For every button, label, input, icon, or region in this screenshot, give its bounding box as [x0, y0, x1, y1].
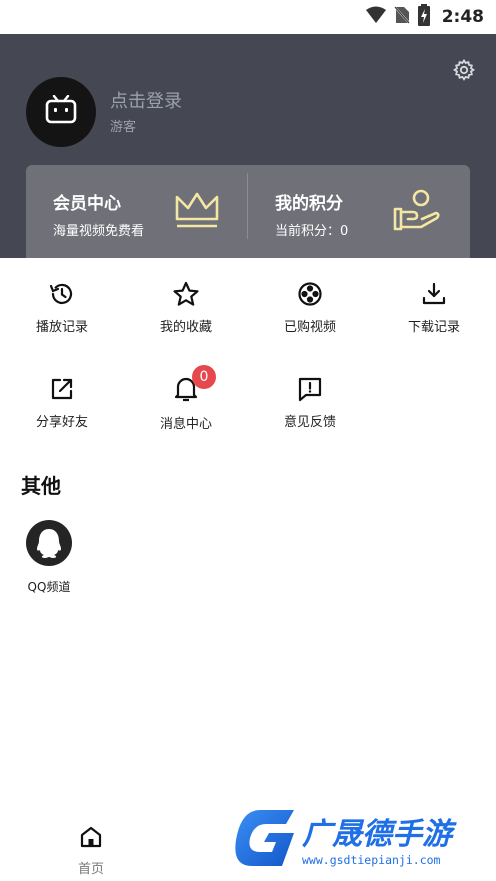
points-card-title: 我的积分 [275, 194, 343, 214]
vip-card-title: 会员中心 [53, 194, 121, 214]
menu-label: 我的收藏 [159, 320, 212, 335]
home-icon [79, 825, 103, 853]
my-points-card[interactable]: 我的积分 当前积分：0 [248, 165, 469, 258]
site-watermark: 广晟德手游 www.gsdtiepianji.com [232, 806, 496, 878]
nav-home-label: 首页 [77, 862, 104, 877]
status-icons: 2:48 [365, 4, 484, 30]
settings-button[interactable] [450, 58, 478, 86]
qq-icon [26, 520, 72, 566]
menu-label: 播放记录 [35, 320, 88, 335]
unread-badge: 0 [192, 365, 216, 389]
avatar[interactable] [26, 77, 96, 147]
member-cards: 会员中心 海量视频免费看 我的积分 当前积分：0 [26, 165, 470, 258]
profile-header: 点击登录 游客 会员中心 海量视频免费看 我的积分 当前积分：0 [0, 34, 496, 258]
status-bar: 2:48 [0, 0, 496, 34]
gear-icon [452, 58, 476, 86]
bell-icon: 0 [172, 365, 216, 403]
menu-label: 已购视频 [283, 320, 336, 335]
wifi-icon [365, 6, 386, 28]
nav-home-tab[interactable]: 首页 [62, 825, 120, 877]
guest-label: 游客 [110, 120, 137, 135]
qq-channel-item[interactable]: QQ频道 [24, 520, 74, 595]
vip-card-subtitle: 海量视频免费看 [53, 224, 145, 239]
points-card-subtitle: 当前积分：0 [275, 224, 349, 239]
menu-label: 消息中心 [159, 417, 212, 432]
status-time: 2:48 [441, 7, 484, 27]
menu-label: 下载记录 [407, 320, 460, 335]
other-section-title: 其他 [21, 474, 61, 498]
no-sim-icon [392, 5, 411, 29]
message-center-item[interactable]: 0 消息中心 [124, 365, 248, 432]
film-reel-icon [296, 280, 324, 308]
crown-icon [173, 189, 221, 235]
qq-channel-label: QQ频道 [27, 580, 71, 594]
tv-mascot-icon [44, 94, 78, 129]
feedback-item[interactable]: 意见反馈 [248, 375, 372, 430]
watermark-url: www.gsdtiepianji.com [302, 853, 441, 867]
feedback-icon [296, 375, 324, 403]
download-icon [420, 280, 448, 308]
hand-coin-icon [391, 189, 443, 237]
menu-label: 分享好友 [35, 415, 88, 430]
my-favorites-item[interactable]: 我的收藏 [124, 280, 248, 335]
menu-label: 意见反馈 [283, 415, 336, 430]
share-friends-item[interactable]: 分享好友 [0, 375, 124, 430]
history-icon [48, 280, 76, 308]
play-history-item[interactable]: 播放记录 [0, 280, 124, 335]
battery-charging-icon [417, 4, 430, 30]
share-icon [48, 375, 76, 403]
vip-center-card[interactable]: 会员中心 海量视频免费看 [26, 165, 247, 258]
purchased-videos-item[interactable]: 已购视频 [248, 280, 372, 335]
star-icon [172, 280, 200, 308]
watermark-brand-text: 广晟德手游 [302, 817, 457, 852]
download-records-item[interactable]: 下载记录 [372, 280, 496, 335]
login-link[interactable]: 点击登录 [110, 87, 182, 113]
